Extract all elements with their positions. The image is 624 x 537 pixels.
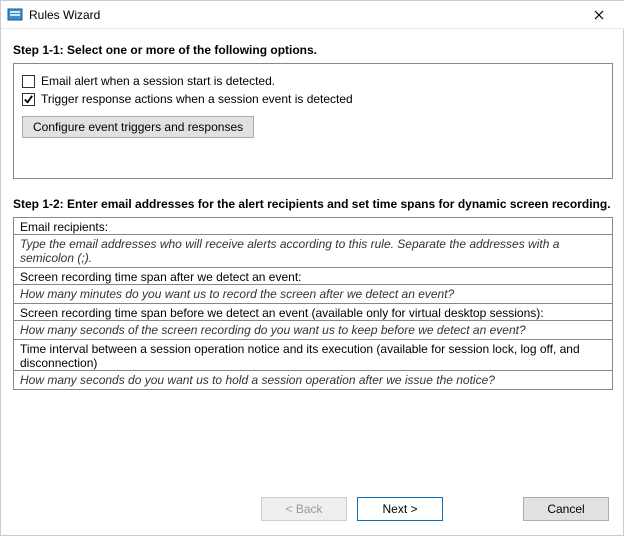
titlebar: Rules Wizard — [1, 1, 624, 29]
record-after-input[interactable]: How many minutes do you want us to recor… — [14, 284, 612, 304]
record-before-input[interactable]: How many seconds of the screen recording… — [14, 320, 612, 340]
checkbox-trigger-response-label: Trigger response actions when a session … — [41, 92, 353, 106]
step-1-1-title: Step 1-1: Select one or more of the foll… — [13, 43, 613, 57]
step-1-2-title: Step 1-2: Enter email addresses for the … — [13, 197, 613, 211]
window-title: Rules Wizard — [29, 8, 579, 22]
step-1-2-panel: Email recipients: Type the email address… — [13, 217, 613, 390]
close-icon — [594, 10, 604, 20]
close-button[interactable] — [579, 1, 619, 29]
button-bar: < Back Next > Cancel — [1, 497, 624, 521]
configure-triggers-button[interactable]: Configure event triggers and responses — [22, 116, 254, 138]
time-interval-label: Time interval between a session operatio… — [14, 340, 612, 370]
check-icon — [23, 94, 34, 105]
next-button[interactable]: Next > — [357, 497, 443, 521]
checkbox-email-alert[interactable] — [22, 75, 35, 88]
back-button: < Back — [261, 497, 347, 521]
record-after-label: Screen recording time span after we dete… — [14, 268, 612, 284]
email-recipients-label: Email recipients: — [14, 218, 612, 234]
cancel-button[interactable]: Cancel — [523, 497, 609, 521]
content-area: Step 1-1: Select one or more of the foll… — [1, 29, 624, 390]
app-icon — [7, 7, 23, 23]
checkbox-email-alert-label: Email alert when a session start is dete… — [41, 74, 275, 88]
email-recipients-input[interactable]: Type the email addresses who will receiv… — [14, 234, 612, 268]
record-before-label: Screen recording time span before we det… — [14, 304, 612, 320]
checkbox-trigger-response[interactable] — [22, 93, 35, 106]
step-1-1-panel: Email alert when a session start is dete… — [13, 63, 613, 179]
time-interval-input[interactable]: How many seconds do you want us to hold … — [14, 370, 612, 389]
